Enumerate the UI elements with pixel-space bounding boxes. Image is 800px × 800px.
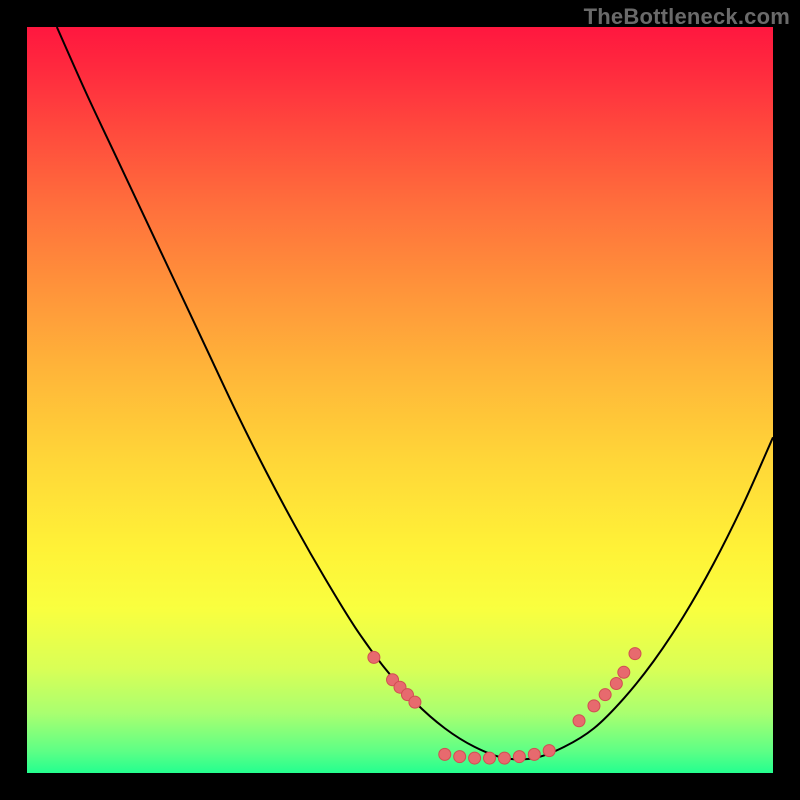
- data-marker: [573, 715, 585, 727]
- data-marker: [469, 752, 481, 764]
- data-marker: [629, 648, 641, 660]
- data-marker: [409, 696, 421, 708]
- data-markers-group: [368, 648, 641, 764]
- chart-svg: [27, 27, 773, 773]
- watermark-text: TheBottleneck.com: [584, 4, 790, 30]
- data-marker: [610, 677, 622, 689]
- data-marker: [454, 751, 466, 763]
- data-marker: [528, 748, 540, 760]
- outer-frame: TheBottleneck.com: [0, 0, 800, 800]
- data-marker: [368, 651, 380, 663]
- bottleneck-curve-line: [57, 27, 773, 759]
- data-marker: [588, 700, 600, 712]
- data-marker: [543, 745, 555, 757]
- data-marker: [618, 666, 630, 678]
- data-marker: [498, 752, 510, 764]
- data-marker: [513, 751, 525, 763]
- data-marker: [439, 748, 451, 760]
- data-marker: [484, 752, 496, 764]
- data-marker: [599, 689, 611, 701]
